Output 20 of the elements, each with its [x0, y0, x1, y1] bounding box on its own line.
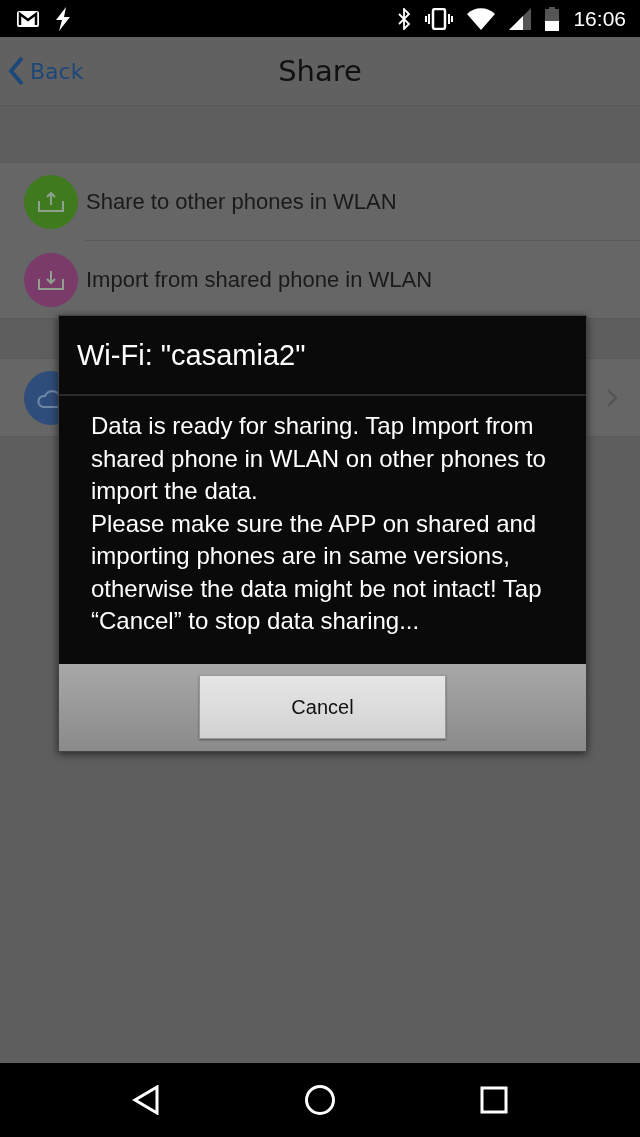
dialog-message: Data is ready for sharing. Tap Import from shared phone in WLAN on other phones to import the data. Please make sure the APP on shared and importing phones are in same versions, otherwise the data might be not intact! Tap “Cancel” to stop data sharing...: [90, 411, 547, 636]
cancel-button[interactable]: Cancel: [199, 675, 446, 739]
gmail-icon: [16, 9, 40, 28]
status-time: 16:06: [573, 6, 626, 31]
home-circle-icon[interactable]: [304, 1084, 336, 1116]
lightning-icon: [54, 6, 72, 31]
dialog-title: Wi-Fi: "casamia2": [59, 316, 586, 396]
download-icon: [24, 252, 78, 307]
battery-icon: [545, 6, 560, 31]
vibrate-icon: [425, 7, 454, 30]
row-label: Share to other phones in WLAN: [86, 188, 397, 215]
signal-icon: [509, 7, 532, 30]
recents-square-icon[interactable]: [480, 1086, 508, 1114]
upload-icon: [24, 174, 78, 229]
chevron-left-icon: [8, 56, 24, 86]
wifi-icon: [467, 7, 496, 30]
row-label: Import from shared phone in WLAN: [86, 266, 433, 293]
bluetooth-icon: [397, 7, 412, 30]
back-triangle-icon[interactable]: [132, 1085, 160, 1115]
page-title: Share: [278, 54, 362, 88]
